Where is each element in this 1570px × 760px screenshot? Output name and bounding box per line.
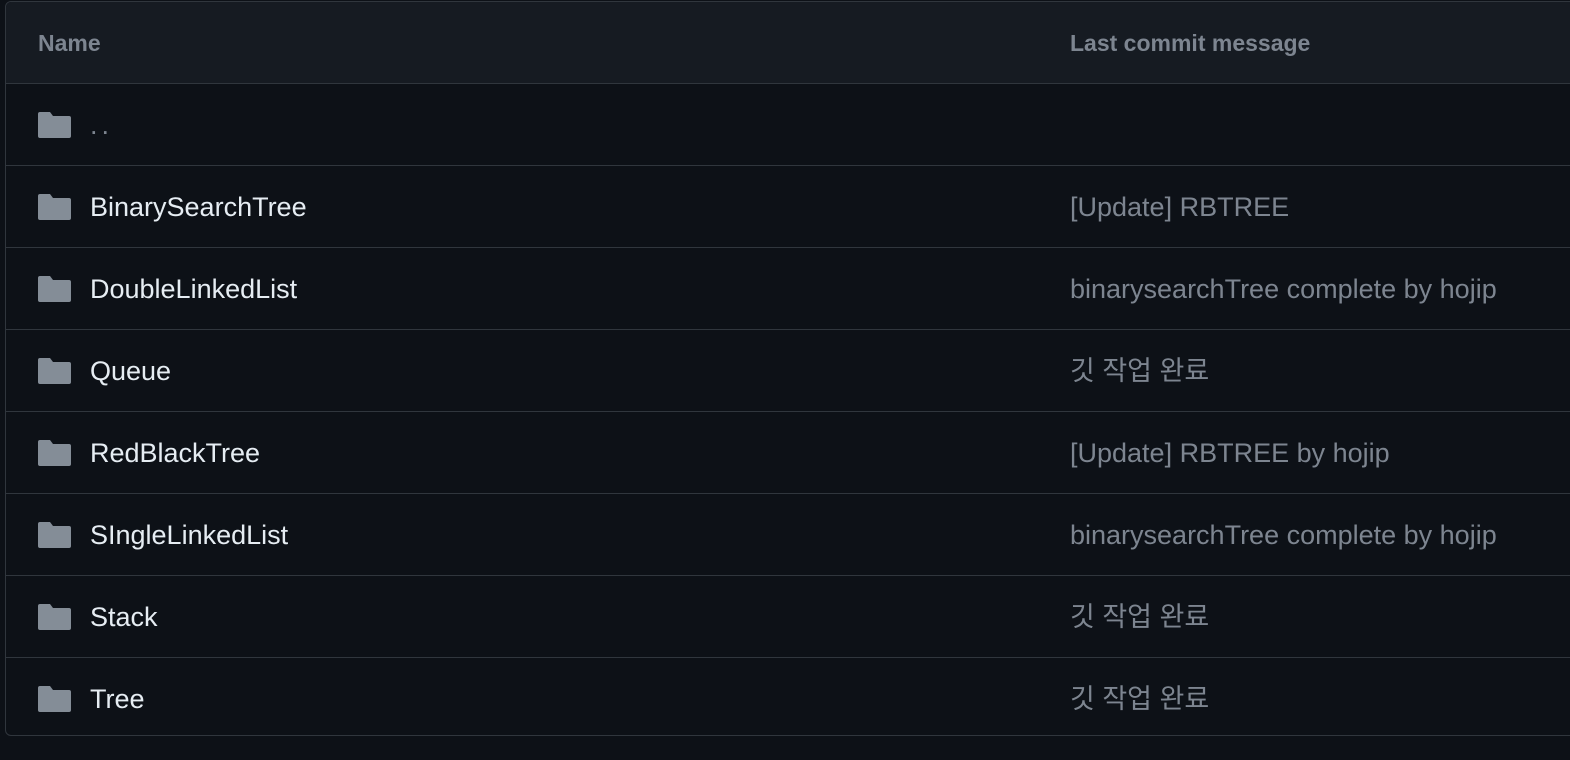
- commit-message[interactable]: 깃 작업 완료: [1070, 658, 1209, 735]
- folder-icon: [38, 686, 71, 712]
- table-header: Name Last commit message: [6, 2, 1570, 84]
- commit-column-header: Last commit message: [1070, 30, 1311, 56]
- folder-icon: [38, 440, 71, 466]
- folder-link[interactable]: SIngleLinkedList: [90, 494, 288, 576]
- folder-link[interactable]: RedBlackTree: [90, 412, 260, 494]
- table-row[interactable]: Tree 깃 작업 완료: [6, 658, 1570, 735]
- folder-icon: [38, 604, 71, 630]
- name-column-header: Name: [38, 30, 101, 56]
- table-row[interactable]: Queue 깃 작업 완료: [6, 330, 1570, 412]
- table-row[interactable]: BinarySearchTree [Update] RBTREE: [6, 166, 1570, 248]
- commit-message[interactable]: 깃 작업 완료: [1070, 576, 1209, 658]
- folder-icon: [38, 276, 71, 302]
- folder-icon: [38, 358, 71, 384]
- commit-message[interactable]: [Update] RBTREE: [1070, 166, 1289, 248]
- commit-message[interactable]: 깃 작업 완료: [1070, 330, 1209, 412]
- commit-message[interactable]: binarysearchTree complete by hojip: [1070, 248, 1497, 330]
- table-row[interactable]: DoubleLinkedList binarysearchTree comple…: [6, 248, 1570, 330]
- parent-directory-link[interactable]: ..: [90, 84, 113, 166]
- folder-link[interactable]: Tree: [90, 658, 145, 735]
- commit-message[interactable]: [Update] RBTREE by hojip: [1070, 412, 1390, 494]
- table-row-parent-directory[interactable]: ..: [6, 84, 1570, 166]
- folder-link[interactable]: Queue: [90, 330, 171, 412]
- table-row[interactable]: Stack 깃 작업 완료: [6, 576, 1570, 658]
- folder-link[interactable]: BinarySearchTree: [90, 166, 307, 248]
- table-row[interactable]: RedBlackTree [Update] RBTREE by hojip: [6, 412, 1570, 494]
- table-row[interactable]: SIngleLinkedList binarysearchTree comple…: [6, 494, 1570, 576]
- folder-icon: [38, 522, 71, 548]
- folder-icon: [38, 112, 71, 138]
- folder-icon: [38, 194, 71, 220]
- commit-message[interactable]: binarysearchTree complete by hojip: [1070, 494, 1497, 576]
- file-table: Name Last commit message .. BinarySearch…: [5, 1, 1570, 736]
- folder-link[interactable]: DoubleLinkedList: [90, 248, 297, 330]
- folder-link[interactable]: Stack: [90, 576, 158, 658]
